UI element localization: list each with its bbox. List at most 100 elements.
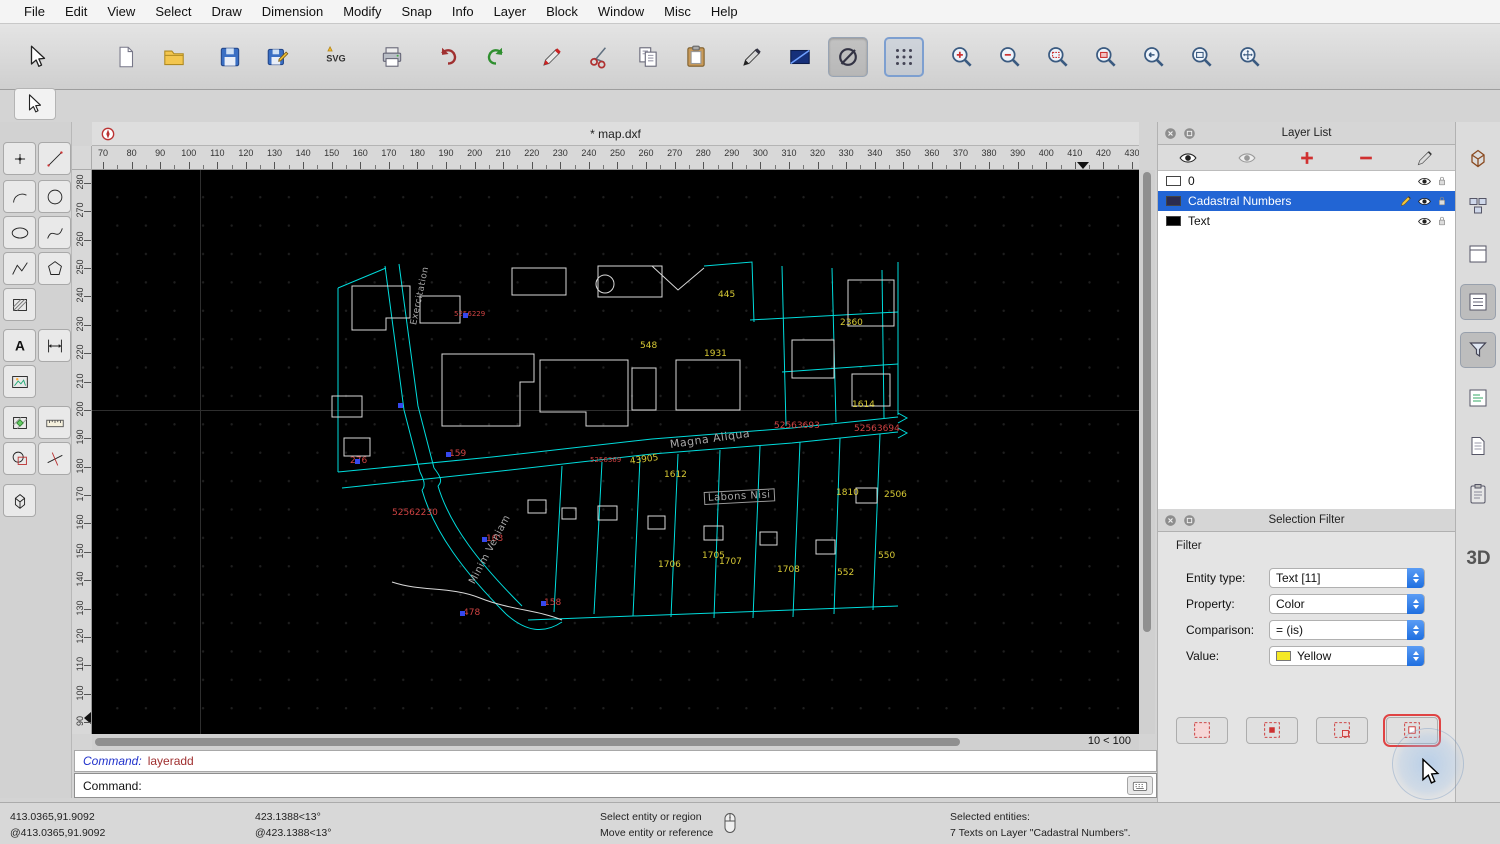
hatch-tool-button[interactable] <box>3 288 36 321</box>
block-list-toggle[interactable] <box>1460 188 1496 224</box>
layer-row-cadastral-numbers[interactable]: Cadastral Numbers <box>1158 191 1455 211</box>
combo-stepper-icon[interactable] <box>1407 646 1424 666</box>
zoom-selection-button[interactable] <box>1086 37 1126 77</box>
selection-handle[interactable] <box>463 313 468 318</box>
block-attributes-button[interactable] <box>780 37 820 77</box>
selection-handle[interactable] <box>482 537 487 542</box>
keyboard-icon[interactable] <box>1127 776 1153 795</box>
menu-item-edit[interactable]: Edit <box>55 0 97 23</box>
dimension-tools-button[interactable] <box>38 329 71 362</box>
grid-toggle-button[interactable] <box>884 36 924 77</box>
selection-handle[interactable] <box>398 403 403 408</box>
undo-button[interactable] <box>428 37 468 77</box>
save-button[interactable] <box>210 37 250 77</box>
command-input[interactable]: Command: <box>74 773 1157 798</box>
layer-close-panel-button[interactable] <box>1163 126 1178 141</box>
vertical-scrollbar[interactable] <box>1139 170 1155 734</box>
layer-lock-toggle[interactable] <box>1433 173 1451 189</box>
block-3d-tools-button[interactable] <box>3 484 36 517</box>
print-preview-button[interactable] <box>372 37 412 77</box>
menu-item-layer[interactable]: Layer <box>484 0 537 23</box>
menu-item-window[interactable]: Window <box>588 0 654 23</box>
menu-item-modify[interactable]: Modify <box>333 0 391 23</box>
menu-item-block[interactable]: Block <box>536 0 588 23</box>
menu-item-draw[interactable]: Draw <box>201 0 251 23</box>
layer-visibility-toggle[interactable] <box>1415 193 1433 209</box>
selection-filter-toggle[interactable] <box>1460 332 1496 368</box>
remove-layer-button[interactable] <box>1336 145 1395 170</box>
entity-type-select[interactable]: Text [11] <box>1269 568 1425 588</box>
layer-detach-panel-button[interactable] <box>1182 126 1197 141</box>
value-select[interactable]: Yellow <box>1269 646 1425 666</box>
modify-tools-button[interactable] <box>38 442 71 475</box>
auto-zoom-button[interactable] <box>1038 37 1078 77</box>
deselect-matching-button[interactable] <box>1246 716 1298 744</box>
polygon-tools-button[interactable] <box>38 252 71 285</box>
layer-lock-toggle[interactable] <box>1433 193 1451 209</box>
new-file-button[interactable] <box>106 37 146 77</box>
cut-button[interactable] <box>580 37 620 77</box>
clipboard-panel-toggle[interactable] <box>1460 476 1496 512</box>
script-panel-toggle[interactable] <box>1460 428 1496 464</box>
menu-item-view[interactable]: View <box>97 0 145 23</box>
combo-stepper-icon[interactable] <box>1407 568 1424 588</box>
menu-item-help[interactable]: Help <box>701 0 748 23</box>
previous-view-button[interactable] <box>1134 37 1174 77</box>
point-tools-button[interactable] <box>3 142 36 175</box>
save-as-button[interactable] <box>258 37 298 77</box>
layer-row-0[interactable]: 0 <box>1158 171 1455 191</box>
menu-item-snap[interactable]: Snap <box>392 0 442 23</box>
redo-button[interactable] <box>476 37 516 77</box>
zoom-window-button[interactable] <box>1182 37 1222 77</box>
comparison-select[interactable]: = (is) <box>1269 620 1425 640</box>
shape-tools-button[interactable] <box>3 442 36 475</box>
menu-item-misc[interactable]: Misc <box>654 0 701 23</box>
selection-handle[interactable] <box>355 459 360 464</box>
open-file-button[interactable] <box>154 37 194 77</box>
image-tool-button[interactable] <box>3 365 36 398</box>
circle-tools-button[interactable] <box>38 180 71 213</box>
copy-button[interactable] <box>628 37 668 77</box>
combo-stepper-icon[interactable] <box>1407 594 1424 614</box>
menu-item-select[interactable]: Select <box>145 0 201 23</box>
property-select[interactable]: Color <box>1269 594 1425 614</box>
filter-detach-panel-button[interactable] <box>1182 513 1197 528</box>
selection-handle[interactable] <box>460 611 465 616</box>
selection-tool-button[interactable] <box>18 37 58 77</box>
selection-handle[interactable] <box>541 601 546 606</box>
draw-order-button[interactable] <box>532 37 572 77</box>
menu-item-file[interactable]: File <box>14 0 55 23</box>
hatch-edit-tool-button[interactable] <box>3 406 36 439</box>
zoom-in-button[interactable] <box>942 37 982 77</box>
combo-stepper-icon[interactable] <box>1407 620 1424 640</box>
property-editor-toggle[interactable] <box>1460 140 1496 176</box>
draw-nothing-button[interactable] <box>828 36 868 77</box>
pan-button[interactable] <box>1230 37 1270 77</box>
layer-color-swatch[interactable] <box>1166 176 1181 186</box>
apply-filter-button[interactable] <box>1383 713 1441 747</box>
horizontal-scrollbar-thumb[interactable] <box>95 738 960 746</box>
layer-visibility-toggle[interactable] <box>1415 213 1433 229</box>
measure-tools-button[interactable] <box>38 406 71 439</box>
command-history-toggle[interactable] <box>1460 380 1496 416</box>
layer-color-swatch[interactable] <box>1166 216 1181 226</box>
layer-edit-icon[interactable] <box>1397 193 1415 209</box>
ellipse-tools-button[interactable] <box>3 216 36 249</box>
line-tools-button[interactable] <box>38 142 71 175</box>
vertical-scrollbar-thumb[interactable] <box>1143 172 1151 632</box>
layer-color-swatch[interactable] <box>1166 196 1181 206</box>
svg-export-button[interactable]: SVG <box>316 37 356 77</box>
text-tool-button[interactable]: A <box>3 329 36 362</box>
layer-list-toggle[interactable] <box>1460 284 1496 320</box>
hide-all-layers-button[interactable] <box>1217 145 1276 170</box>
layer-visibility-toggle[interactable] <box>1415 173 1433 189</box>
drawing-canvas[interactable]: 445 2360 548 1931 1614 52563693 52563694 525636… <box>92 170 1139 734</box>
library-browser-toggle[interactable] <box>1460 236 1496 272</box>
current-tool-indicator[interactable] <box>14 88 56 120</box>
spline-tools-button[interactable] <box>38 216 71 249</box>
menu-item-info[interactable]: Info <box>442 0 484 23</box>
menu-item-dimension[interactable]: Dimension <box>252 0 333 23</box>
show-all-layers-button[interactable] <box>1158 145 1217 170</box>
add-matching-button[interactable] <box>1316 716 1368 744</box>
add-layer-button[interactable] <box>1277 145 1336 170</box>
